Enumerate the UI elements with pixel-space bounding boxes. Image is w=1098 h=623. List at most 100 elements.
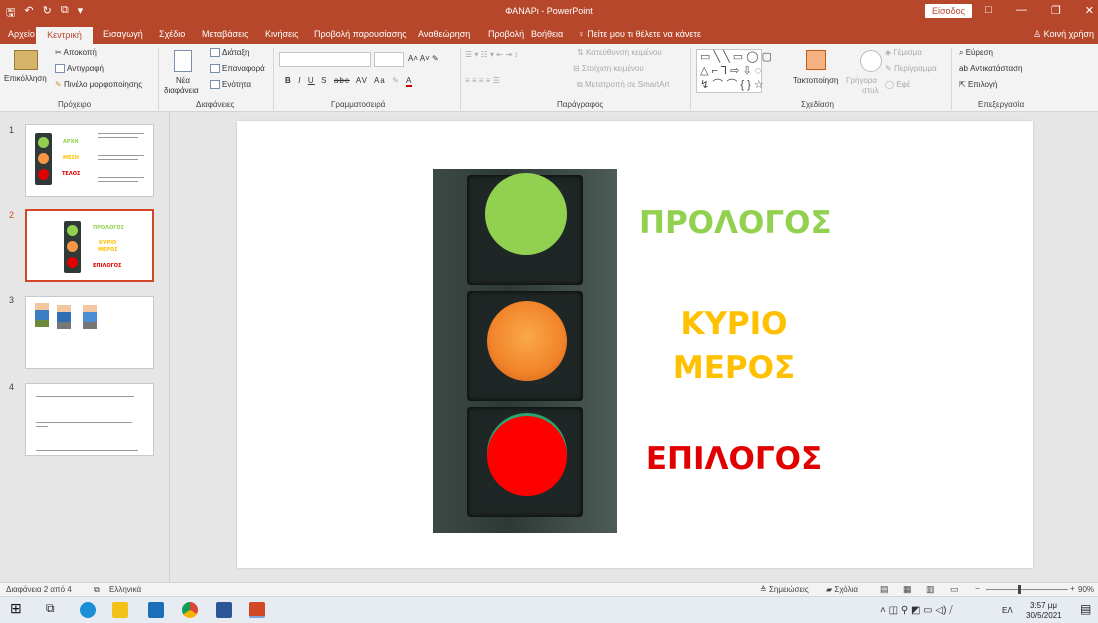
slide-thumbnail-2[interactable]: ΠΡΟΛΟΓΟΣ ΚΥΡΙΟ ΜΕΡΟΣ ΕΠΙΛΟΓΟΣ [25,209,154,282]
word-icon[interactable] [216,602,232,618]
zoom-level[interactable]: 90% [1078,585,1094,594]
layout-button[interactable]: Διάταξη [210,48,249,58]
mail-icon[interactable] [148,602,164,618]
powerpoint-icon[interactable] [249,602,265,618]
highlight-icon[interactable]: ✎ [392,76,400,85]
person-picture [57,305,71,329]
shape-effects-button[interactable]: ◯ Εφέ [885,80,910,89]
notes-button[interactable]: ≙ Σημειώσεις [760,585,809,594]
tab-view[interactable]: Προβολή [488,29,524,39]
ribbon-display-icon[interactable]: □ [985,4,992,17]
font-name-box[interactable] [279,52,371,67]
replace-button[interactable]: ab Αντικατάσταση [959,64,1022,73]
copy-button[interactable]: Αντιγραφή [55,64,104,74]
font-size-box[interactable] [374,52,404,67]
notifications-icon[interactable]: ▤ [1080,602,1091,616]
font-format-buttons[interactable]: B I U S abc AV Aa ✎ A [285,76,413,87]
align-text-button[interactable]: ⊟ Στοίχιση κειμένου [573,64,644,73]
quick-styles-label-2[interactable]: στυλ [862,86,878,95]
tab-review[interactable]: Αναθεώρηση [418,29,470,39]
underline-button[interactable]: U [308,76,315,85]
smartart-button[interactable]: ⧉ Μετατροπή σε SmartArt [577,80,669,90]
clock-time[interactable]: 3:57 μμ [1030,601,1057,610]
tab-animations[interactable]: Κινήσεις [265,29,298,39]
main-part-text-1[interactable]: ΚΥΡΙΟ [639,306,829,342]
cut-button[interactable]: ✂ Αποκοπή [55,48,97,57]
thumb-label: ΜΕΡΟΣ [98,247,118,253]
new-slide-label-2[interactable]: διαφάνεια [164,86,199,95]
chrome-icon[interactable] [182,602,198,618]
grow-font-icon[interactable]: A˄ A˅ ✎ [408,54,439,63]
list-buttons[interactable]: ☰ ▾ ☷ ▾ ⇤ ⇥ ↕ [465,50,518,59]
zoom-in-button[interactable]: + [1070,584,1075,593]
input-language[interactable]: ΕΛ [1002,606,1013,615]
tab-slideshow[interactable]: Προβολή παρουσίασης [314,29,407,39]
quick-styles-button[interactable]: Γρήγορα [846,76,877,85]
zoom-slider[interactable] [986,589,1068,590]
replace-icon: ab [959,64,971,73]
reset-button[interactable]: Επαναφορά [210,64,265,74]
slide-thumbnail-4[interactable] [25,383,154,456]
font-color-button[interactable]: A [405,76,413,87]
tab-transitions[interactable]: Μεταβάσεις [202,29,248,39]
shape-fill-button[interactable]: ◈ Γέμισμα [885,48,922,57]
shadow-button[interactable]: S [321,76,327,85]
tab-file[interactable]: Αρχείο [8,29,35,39]
paste-button[interactable]: Επικόλληση [4,74,47,83]
file-explorer-icon[interactable] [112,602,128,618]
shapes-gallery[interactable]: ▭ ╲ ╲ ▭ ◯ ▢ △ ⌐ ⅂ ⇨ ⇩ ◌ ↯ ⌒ ⌒ { } ☆ [696,49,772,93]
prologue-text[interactable]: ΠΡΟΛΟΓΟΣ [639,205,832,241]
spellcheck-icon[interactable]: ⧉ [94,585,100,595]
paste-icon[interactable] [14,50,38,70]
arrange-icon[interactable] [806,50,826,70]
close-button[interactable]: ✕ [1085,4,1094,17]
cut-label: Αποκοπή [63,48,97,57]
change-case-button[interactable]: Aa [374,76,386,85]
main-part-text-2[interactable]: ΜΕΡΟΣ [639,350,829,386]
normal-view-icon[interactable]: ▤ [880,584,889,595]
quick-styles-icon[interactable] [860,50,882,72]
zoom-out-button[interactable]: − [975,584,980,593]
restore-button[interactable]: ❐ [1051,4,1061,17]
section-button[interactable]: Ενότητα [210,80,251,90]
format-painter-button[interactable]: ✎ Πινέλο μορφοποίησης [55,80,142,89]
clock-date[interactable]: 30/5/2021 [1026,611,1062,620]
slide-thumbnail-1[interactable]: ΑΡΧΗ ΜΕΣΗ ΤΕΛΟΣ [25,124,154,197]
slide-sorter-icon[interactable]: ▦ [903,584,912,595]
slide-canvas[interactable]: ΠΡΟΛΟΓΟΣ ΚΥΡΙΟ ΜΕΡΟΣ ΕΠΙΛΟΓΟΣ [237,121,1033,568]
tab-insert[interactable]: Εισαγωγή [103,29,143,39]
task-view-icon[interactable]: ⧉ [46,601,62,617]
slideshow-view-icon[interactable]: ▭ [950,584,959,595]
minimize-button[interactable]: — [1016,4,1027,17]
new-slide-button[interactable]: Νέα [176,76,190,85]
tab-help[interactable]: Βοήθεια [531,29,563,39]
spacing-button[interactable]: AV [356,76,368,85]
reset-label: Επαναφορά [222,64,265,73]
find-button[interactable]: ⌕ Εύρεση [959,48,993,58]
text-direction-button[interactable]: ⇅ Κατεύθυνση κειμένου [577,48,662,57]
traffic-light-picture[interactable] [433,169,617,533]
ribbon-tabs: Αρχείο Κεντρική Εισαγωγή Σχέδιο Μεταβάσε… [0,24,1098,44]
italic-button[interactable]: I [298,76,301,85]
bold-button[interactable]: B [285,76,292,85]
tell-me-box[interactable]: ♀ Πείτε μου τι θέλετε να κάνετε [578,29,701,39]
language-indicator[interactable]: Ελληνικά [109,585,141,594]
tab-home[interactable]: Κεντρική [36,27,93,44]
edge-browser-icon[interactable] [80,602,96,618]
comments-button[interactable]: ▰ Σχόλια [826,585,858,594]
strikethrough-button[interactable]: abc [334,76,350,85]
shape-outline-button[interactable]: ✎ Περίγραμμα [885,64,937,73]
system-tray-icons[interactable]: ˄ ◫ ⚲ ◩ ▭ ◁) ⧸ [880,605,953,616]
slide-thumbnail-3[interactable] [25,296,154,369]
zoom-slider-thumb[interactable] [1018,585,1021,594]
select-button[interactable]: ⇱ Επιλογή [959,80,997,89]
reading-view-icon[interactable]: ▥ [926,584,935,595]
share-button[interactable]: ♙ Κοινή χρήση [1033,29,1094,40]
sign-in-button[interactable]: Είσοδος [925,4,972,18]
arrange-button[interactable]: Τακτοποίηση [793,76,838,85]
new-slide-icon[interactable] [174,50,192,72]
epilogue-text[interactable]: ΕΠΙΛΟΓΟΣ [639,441,829,477]
windows-start-icon[interactable]: ⊞ [10,600,26,616]
align-buttons[interactable]: ≡ ≡ ≡ ≡ ☰ [465,76,500,85]
tab-design[interactable]: Σχέδιο [159,29,185,39]
